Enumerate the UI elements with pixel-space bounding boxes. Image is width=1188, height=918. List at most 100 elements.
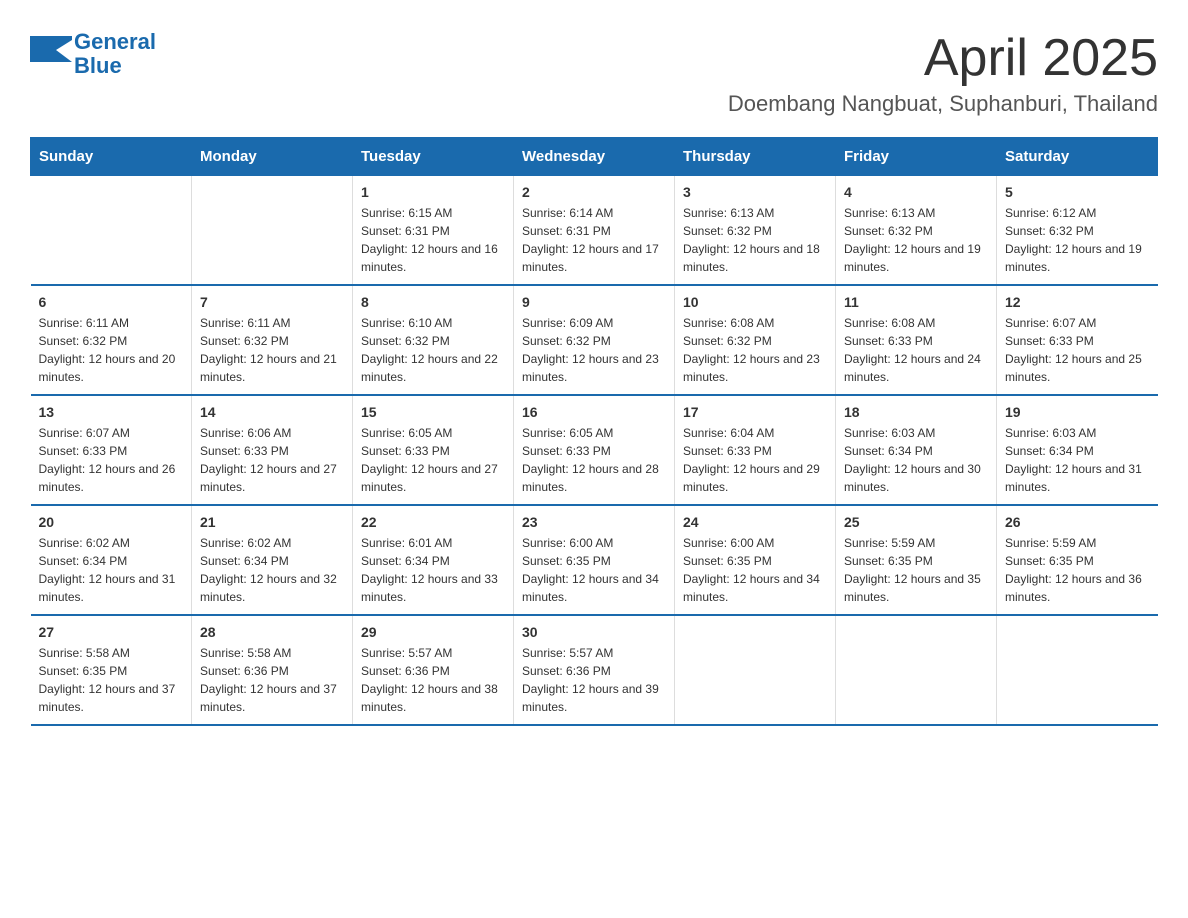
day-detail: Sunrise: 6:00 AMSunset: 6:35 PMDaylight:… <box>522 534 666 606</box>
calendar-cell: 12 Sunrise: 6:07 AMSunset: 6:33 PMDayligh… <box>997 285 1158 395</box>
calendar-week-row: 27Sunrise: 5:58 AMSunset: 6:35 PMDayligh… <box>31 615 1158 725</box>
day-detail: Sunrise: 5:58 AMSunset: 6:36 PMDaylight:… <box>200 644 344 716</box>
logo-icon <box>30 36 66 72</box>
calendar-body: 1Sunrise: 6:15 AMSunset: 6:31 PMDaylight… <box>31 176 1158 726</box>
day-number: 14 <box>200 404 344 420</box>
logo-blue: Blue <box>74 53 122 78</box>
calendar-week-row: 20 Sunrise: 6:02 AMSunset: 6:34 PMDayligh… <box>31 505 1158 615</box>
calendar-cell: 9 Sunrise: 6:09 AMSunset: 6:32 PMDaylight… <box>514 285 675 395</box>
day-number: 10 <box>683 294 827 310</box>
calendar-cell: 23 Sunrise: 6:00 AMSunset: 6:35 PMDayligh… <box>514 505 675 615</box>
day-detail: Sunrise: 6:07 AMSunset: 6:33 PMDaylight:… <box>39 424 184 496</box>
calendar-cell: 21 Sunrise: 6:02 AMSunset: 6:34 PMDayligh… <box>192 505 353 615</box>
calendar-cell <box>997 615 1158 725</box>
day-number: 23 <box>522 514 666 530</box>
calendar-cell: 11 Sunrise: 6:08 AMSunset: 6:33 PMDayligh… <box>836 285 997 395</box>
day-detail: Sunrise: 6:07 AMSunset: 6:33 PMDaylight:… <box>1005 314 1150 386</box>
day-detail: Sunrise: 6:03 AMSunset: 6:34 PMDaylight:… <box>1005 424 1150 496</box>
weekday-header-friday: Friday <box>836 138 997 176</box>
day-detail: Sunrise: 5:57 AMSunset: 6:36 PMDaylight:… <box>522 644 666 716</box>
calendar-cell <box>836 615 997 725</box>
day-detail: Sunrise: 6:13 AMSunset: 6:32 PMDaylight:… <box>844 204 988 276</box>
calendar-cell: 20 Sunrise: 6:02 AMSunset: 6:34 PMDayligh… <box>31 505 192 615</box>
day-detail: Sunrise: 6:13 AMSunset: 6:32 PMDaylight:… <box>683 204 827 276</box>
day-number: 28 <box>200 624 344 640</box>
day-detail: Sunrise: 6:09 AMSunset: 6:32 PMDaylight:… <box>522 314 666 386</box>
day-number: 20 <box>39 514 184 530</box>
day-number: 12 <box>1005 294 1150 310</box>
logo-text: General Blue <box>74 30 156 78</box>
day-number: 11 <box>844 294 988 310</box>
day-number: 3 <box>683 184 827 200</box>
day-detail: Sunrise: 6:03 AMSunset: 6:34 PMDaylight:… <box>844 424 988 496</box>
calendar-cell: 13 Sunrise: 6:07 AMSunset: 6:33 PMDayligh… <box>31 395 192 505</box>
day-detail: Sunrise: 6:05 AMSunset: 6:33 PMDaylight:… <box>522 424 666 496</box>
calendar-cell <box>675 615 836 725</box>
day-detail: Sunrise: 6:05 AMSunset: 6:33 PMDaylight:… <box>361 424 505 496</box>
day-number: 18 <box>844 404 988 420</box>
day-detail: Sunrise: 6:08 AMSunset: 6:32 PMDaylight:… <box>683 314 827 386</box>
calendar-cell: 17 Sunrise: 6:04 AMSunset: 6:33 PMDayligh… <box>675 395 836 505</box>
day-number: 17 <box>683 404 827 420</box>
day-number: 7 <box>200 294 344 310</box>
calendar-cell: 1Sunrise: 6:15 AMSunset: 6:31 PMDaylight… <box>353 176 514 286</box>
day-number: 15 <box>361 404 505 420</box>
day-number: 13 <box>39 404 184 420</box>
weekday-header-row: SundayMondayTuesdayWednesdayThursdayFrid… <box>31 138 1158 176</box>
calendar-week-row: 6Sunrise: 6:11 AMSunset: 6:32 PMDaylight… <box>31 285 1158 395</box>
calendar-table: SundayMondayTuesdayWednesdayThursdayFrid… <box>30 137 1158 726</box>
day-number: 21 <box>200 514 344 530</box>
day-number: 26 <box>1005 514 1150 530</box>
day-detail: Sunrise: 6:02 AMSunset: 6:34 PMDaylight:… <box>39 534 184 606</box>
day-detail: Sunrise: 5:59 AMSunset: 6:35 PMDaylight:… <box>1005 534 1150 606</box>
calendar-cell: 3 Sunrise: 6:13 AMSunset: 6:32 PMDaylight… <box>675 176 836 286</box>
day-number: 16 <box>522 404 666 420</box>
day-number: 24 <box>683 514 827 530</box>
calendar-cell: 30 Sunrise: 5:57 AMSunset: 6:36 PMDayligh… <box>514 615 675 725</box>
day-detail: Sunrise: 6:06 AMSunset: 6:33 PMDaylight:… <box>200 424 344 496</box>
calendar-header: SundayMondayTuesdayWednesdayThursdayFrid… <box>31 138 1158 176</box>
day-number: 5 <box>1005 184 1150 200</box>
day-detail: Sunrise: 6:14 AMSunset: 6:31 PMDaylight:… <box>522 204 666 276</box>
location-title: Doembang Nangbuat, Suphanburi, Thailand <box>728 91 1158 117</box>
day-detail: Sunrise: 6:02 AMSunset: 6:34 PMDaylight:… <box>200 534 344 606</box>
calendar-cell: 24 Sunrise: 6:00 AMSunset: 6:35 PMDayligh… <box>675 505 836 615</box>
day-detail: Sunrise: 6:04 AMSunset: 6:33 PMDaylight:… <box>683 424 827 496</box>
day-number: 19 <box>1005 404 1150 420</box>
calendar-cell: 19 Sunrise: 6:03 AMSunset: 6:34 PMDayligh… <box>997 395 1158 505</box>
day-number: 2 <box>522 184 666 200</box>
day-number: 27 <box>39 624 184 640</box>
day-detail: Sunrise: 6:10 AMSunset: 6:32 PMDaylight:… <box>361 314 505 386</box>
weekday-header-tuesday: Tuesday <box>353 138 514 176</box>
day-detail: Sunrise: 6:08 AMSunset: 6:33 PMDaylight:… <box>844 314 988 386</box>
calendar-week-row: 1Sunrise: 6:15 AMSunset: 6:31 PMDaylight… <box>31 176 1158 286</box>
weekday-header-sunday: Sunday <box>31 138 192 176</box>
calendar-cell: 18 Sunrise: 6:03 AMSunset: 6:34 PMDayligh… <box>836 395 997 505</box>
day-detail: Sunrise: 6:12 AMSunset: 6:32 PMDaylight:… <box>1005 204 1150 276</box>
calendar-cell: 28 Sunrise: 5:58 AMSunset: 6:36 PMDayligh… <box>192 615 353 725</box>
weekday-header-saturday: Saturday <box>997 138 1158 176</box>
title-block: April 2025 Doembang Nangbuat, Suphanburi… <box>728 30 1158 117</box>
logo-general: General <box>74 29 156 54</box>
weekday-header-wednesday: Wednesday <box>514 138 675 176</box>
calendar-cell: 25 Sunrise: 5:59 AMSunset: 6:35 PMDayligh… <box>836 505 997 615</box>
day-detail: Sunrise: 6:11 AMSunset: 6:32 PMDaylight:… <box>39 314 184 386</box>
day-number: 29 <box>361 624 505 640</box>
calendar-cell: 15 Sunrise: 6:05 AMSunset: 6:33 PMDayligh… <box>353 395 514 505</box>
day-number: 8 <box>361 294 505 310</box>
calendar-cell: 6Sunrise: 6:11 AMSunset: 6:32 PMDaylight… <box>31 285 192 395</box>
day-detail: Sunrise: 5:59 AMSunset: 6:35 PMDaylight:… <box>844 534 988 606</box>
day-number: 30 <box>522 624 666 640</box>
calendar-cell: 27Sunrise: 5:58 AMSunset: 6:35 PMDayligh… <box>31 615 192 725</box>
calendar-cell: 16 Sunrise: 6:05 AMSunset: 6:33 PMDayligh… <box>514 395 675 505</box>
day-detail: Sunrise: 6:11 AMSunset: 6:32 PMDaylight:… <box>200 314 344 386</box>
day-number: 25 <box>844 514 988 530</box>
weekday-header-thursday: Thursday <box>675 138 836 176</box>
day-detail: Sunrise: 6:15 AMSunset: 6:31 PMDaylight:… <box>361 204 505 276</box>
calendar-cell: 10 Sunrise: 6:08 AMSunset: 6:32 PMDayligh… <box>675 285 836 395</box>
day-number: 4 <box>844 184 988 200</box>
calendar-cell: 14 Sunrise: 6:06 AMSunset: 6:33 PMDayligh… <box>192 395 353 505</box>
day-number: 9 <box>522 294 666 310</box>
calendar-cell: 7 Sunrise: 6:11 AMSunset: 6:32 PMDaylight… <box>192 285 353 395</box>
day-detail: Sunrise: 6:00 AMSunset: 6:35 PMDaylight:… <box>683 534 827 606</box>
